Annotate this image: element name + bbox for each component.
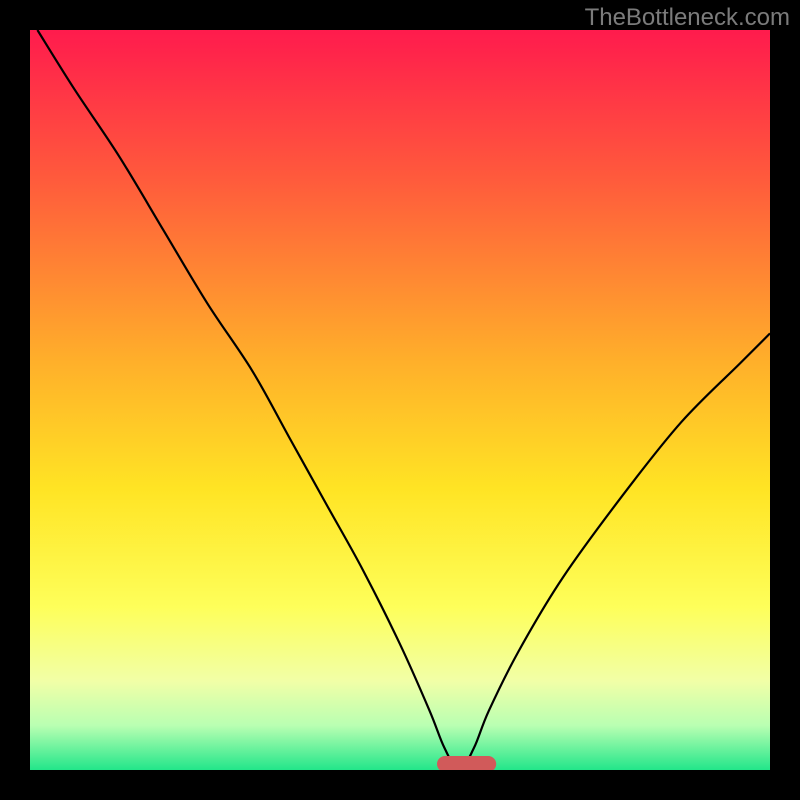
watermark: TheBottleneck.com <box>585 4 790 32</box>
bottleneck-chart <box>0 0 800 800</box>
optimal-marker <box>437 756 496 772</box>
chart-container: TheBottleneck.com <box>0 0 800 800</box>
plot-area <box>30 30 770 770</box>
